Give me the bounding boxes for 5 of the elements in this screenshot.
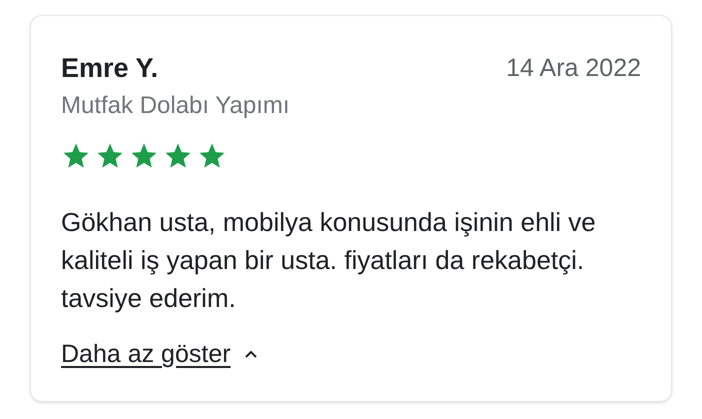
- reviewer-name: Emre Y.: [61, 53, 158, 83]
- review-text: Gökhan usta, mobilya konusunda işinin ehli ve kaliteli iş yapan bir usta. fiyatları da rekabetçi. tavsiye ederim.: [61, 206, 597, 315]
- review-date: 14 Ara 2022: [506, 53, 641, 83]
- service-name: Mutfak Dolabı Yapımı: [61, 91, 291, 121]
- show-less-link[interactable]: Daha az göster: [61, 339, 259, 369]
